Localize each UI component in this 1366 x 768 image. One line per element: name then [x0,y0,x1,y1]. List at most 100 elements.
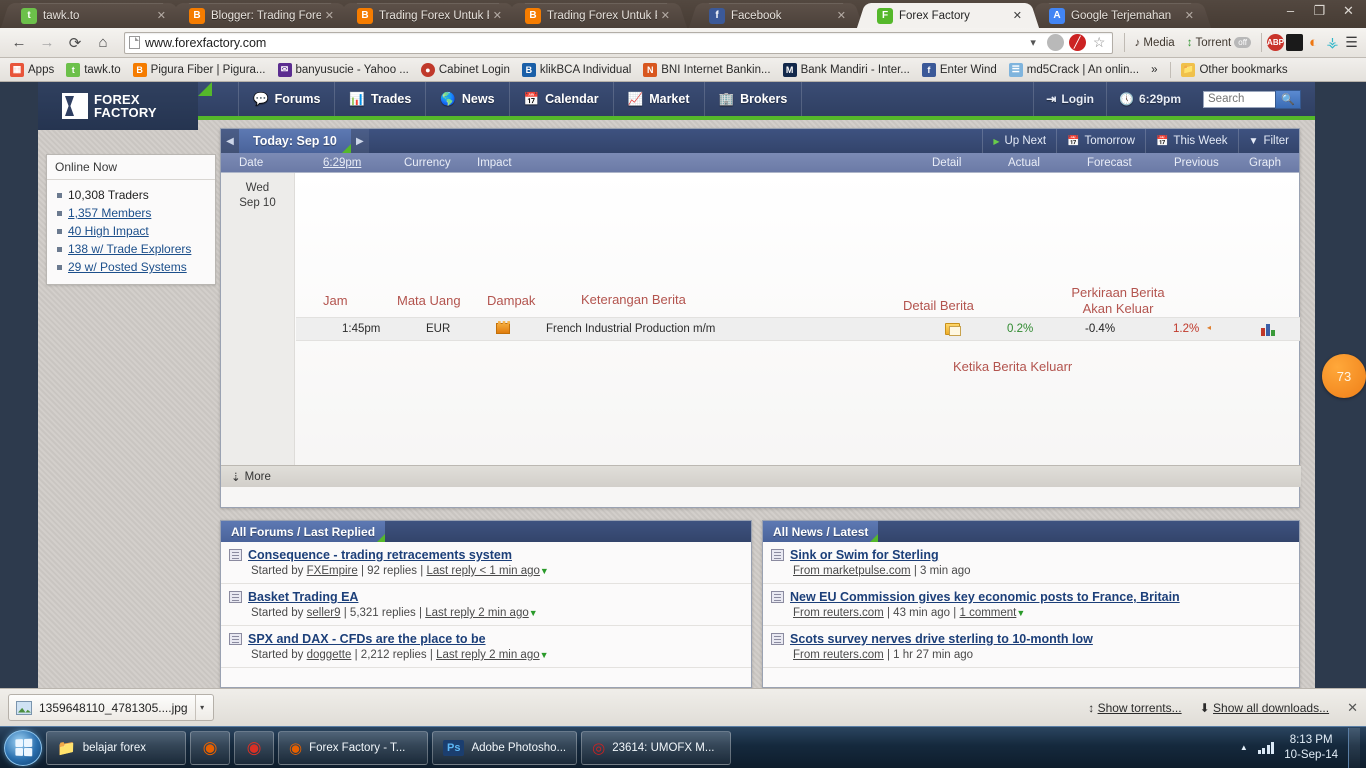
close-window-button[interactable]: ✕ [1335,1,1362,20]
sidebar-item-high-impact[interactable]: 40 High Impact [51,222,211,240]
tab-close-icon[interactable]: ✕ [661,9,670,22]
site-logo[interactable]: FOREX FACTORY [38,82,198,130]
home-button[interactable]: ⌂ [90,31,116,55]
search-icon[interactable]: 🔍 [1275,89,1301,109]
forum-author-link[interactable]: FXEmpire [307,565,358,577]
calendar-event-row[interactable]: 1:45pm EUR French Industrial Production … [296,317,1300,341]
bookmark-pigura-fiber[interactable]: B Pigura Fiber | Pigura... [128,62,271,78]
news-link[interactable]: Sink or Swim for Sterling [790,548,939,562]
maximize-button[interactable]: ❐ [1306,1,1333,20]
sidebar-item-label[interactable]: 40 High Impact [68,224,149,238]
news-list-item[interactable]: Sink or Swim for Sterling From marketpul… [763,542,1299,584]
browser-tab-5-active[interactable]: F Forex Factory ✕ [868,3,1028,28]
taskbar-item-photoshop[interactable]: Ps Adobe Photosho... [432,730,578,765]
filter-button[interactable]: ▼ Filter [1237,129,1299,153]
minimize-button[interactable]: – [1277,1,1304,20]
show-torrents-label[interactable]: Show torrents... [1098,701,1182,715]
medium-impact-icon[interactable] [496,323,510,334]
browser-tab-4[interactable]: f Facebook ✕ [700,3,852,28]
download-item[interactable]: 1359648110_4781305....jpg ▾ [8,694,214,721]
bookmark-star-icon[interactable]: ☆ [1091,34,1108,51]
forum-author-link[interactable]: seller9 [307,607,341,619]
bookmark-yahoo-mail[interactable]: ✉ banyusucie - Yahoo ... [273,62,414,78]
floating-badge-73[interactable]: 73 [1322,354,1366,398]
torrent-button[interactable]: ↕ Torrent off [1182,31,1256,55]
taskbar-item-forex-factory[interactable]: ◉ Forex Factory - T... [278,730,428,765]
forum-last-reply-link[interactable]: Last reply < 1 min ago [426,565,539,577]
news-source-link[interactable]: From marketpulse.com [793,565,911,577]
nav-item-market[interactable]: 📈 Market [614,82,705,116]
taskbar-item-umofx[interactable]: ◎ 23614: UMOFX M... [581,730,732,765]
calendar-next-button[interactable]: ▶ [350,129,369,153]
browser-tab-1[interactable]: B Blogger: Trading Fore ✕ [180,3,340,28]
forward-button[interactable]: → [34,31,60,55]
news-comments-link[interactable]: 1 comment [959,607,1016,619]
nav-item-forums[interactable]: 💬 Forums [238,82,336,116]
bookmark-klikbca[interactable]: B klikBCA Individual [517,62,636,78]
bookmark-tawkto[interactable]: t tawk.to [61,62,125,78]
bookmark-enter-wind[interactable]: f Enter Wind [917,62,1002,78]
bookmark-bank-mandiri[interactable]: M Bank Mandiri - Inter... [778,62,915,78]
bookmark-md5crack[interactable]: ☰ md5Crack | An onlin... [1004,62,1144,78]
chrome-menu-icon[interactable]: ☰ [1343,34,1360,51]
login-button[interactable]: ⇥ Login [1033,82,1106,116]
up-next-button[interactable]: ▶ Up Next [982,129,1056,153]
media-button[interactable]: ♪ Media [1130,31,1180,55]
news-source-link[interactable]: From reuters.com [793,607,884,619]
torrent-state-badge[interactable]: off [1234,37,1251,48]
nav-item-news[interactable]: 🌎 News [426,82,510,116]
site-clock[interactable]: 🕔 6:29pm [1106,82,1193,116]
show-torrents-link[interactable]: ↕ Show torrents... [1088,701,1181,715]
tab-close-icon[interactable]: ✕ [157,9,166,22]
forum-thread-link[interactable]: Consequence - trading retracements syste… [248,548,512,562]
browser-tab-0[interactable]: t tawk.to ✕ [12,3,172,28]
caret-down-icon[interactable]: ▼ [540,650,549,660]
caret-down-icon[interactable]: ▼ [529,608,538,618]
browser-tab-2[interactable]: B Trading Forex Untuk P ✕ [348,3,508,28]
forum-list-item[interactable]: Consequence - trading retracements syste… [221,542,751,584]
tab-close-icon[interactable]: ✕ [325,9,334,22]
bookmark-bni[interactable]: N BNI Internet Bankin... [638,62,775,78]
forum-list-item[interactable]: Basket Trading EA Started by seller9 | 5… [221,584,751,626]
nav-item-brokers[interactable]: 🏢 Brokers [705,82,803,116]
tray-clock[interactable]: 8:13 PM 10-Sep-14 [1284,733,1338,763]
col-time[interactable]: 6:29pm [323,157,361,169]
show-all-downloads-link[interactable]: ⬇ Show all downloads... [1200,701,1329,715]
chevron-down-icon[interactable]: ▾ [1025,34,1042,51]
close-download-bar-icon[interactable]: ✕ [1347,700,1358,716]
news-panel-title[interactable]: All News / Latest [763,521,879,542]
nav-item-calendar[interactable]: 📅 Calendar [510,82,614,116]
tab-close-icon[interactable]: ✕ [837,9,846,22]
tab-close-icon[interactable]: ✕ [493,9,502,22]
address-bar[interactable]: www.forexfactory.com ▾ ╱ ☆ [124,31,1113,54]
this-week-button[interactable]: 📅 This Week [1144,129,1238,153]
forum-last-reply-link[interactable]: Last reply 2 min ago [425,607,529,619]
bookmark-cabinet-login[interactable]: ● Cabinet Login [416,62,515,78]
blocked-icon[interactable]: ╱ [1068,34,1086,51]
show-all-downloads-label[interactable]: Show all downloads... [1213,701,1329,715]
taskbar-item-firefox[interactable]: ◉ [190,730,230,765]
start-button[interactable] [4,729,42,766]
pacman-icon[interactable]: ◐ [1305,34,1322,51]
forum-last-reply-link[interactable]: Last reply 2 min ago [436,649,540,661]
sidebar-item-trade-explorers[interactable]: 138 w/ Trade Explorers [51,240,211,258]
binoculars-icon[interactable] [1286,34,1303,51]
sidebar-item-members[interactable]: 1,357 Members [51,204,211,222]
taskbar-item-chrome[interactable]: ◉ [234,730,274,765]
signal-bars-icon[interactable] [1257,741,1275,754]
caret-down-icon[interactable]: ▼ [540,566,549,576]
event-title[interactable]: French Industrial Production m/m [546,323,715,335]
news-link[interactable]: Scots survey nerves drive sterling to 10… [790,632,1093,646]
nav-item-trades[interactable]: 📊 Trades [335,82,427,116]
forum-thread-link[interactable]: Basket Trading EA [248,590,358,604]
detail-folder-icon[interactable] [945,323,961,336]
back-button[interactable]: ← [6,31,32,55]
sidebar-item-posted-systems[interactable]: 29 w/ Posted Systems [51,258,211,276]
bookmark-other-bookmarks[interactable]: 📁 Other bookmarks [1170,61,1292,78]
forum-list-item[interactable]: SPX and DAX - CFDs are the place to be S… [221,626,751,668]
tab-close-icon[interactable]: ✕ [1185,9,1194,22]
news-source-link[interactable]: From reuters.com [793,649,884,661]
browser-tab-6[interactable]: A Google Terjemahan ✕ [1040,3,1200,28]
browser-tab-3[interactable]: B Trading Forex Untuk P ✕ [516,3,676,28]
tray-expand-chevron-icon[interactable]: ▲ [1240,743,1248,752]
